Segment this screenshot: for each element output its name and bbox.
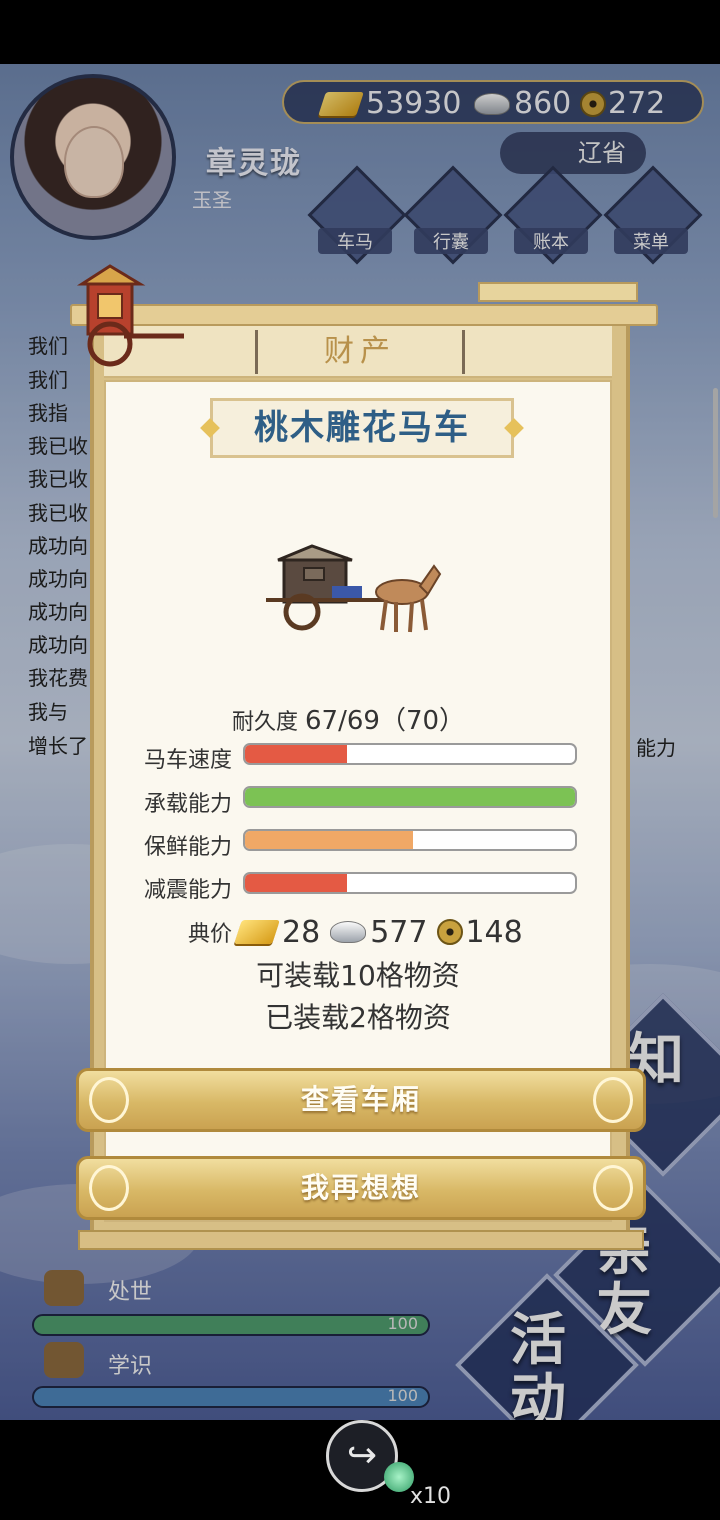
share-multiplier: x10 — [410, 1484, 452, 1509]
durability-value: 67/69（70） — [305, 706, 466, 736]
attr-label: 承载能力 — [144, 792, 233, 817]
status-bar — [0, 0, 720, 64]
capacity-bar — [243, 786, 577, 808]
shock-absorb-bar — [243, 872, 577, 894]
freshness-bar-fill — [245, 831, 414, 849]
scroll-cap-icon — [593, 1165, 633, 1211]
think-again-label: 我再想想 — [300, 1171, 421, 1204]
scroll-rod-decoration — [478, 282, 638, 302]
speed-bar-fill — [245, 745, 348, 763]
attr-label: 马车速度 — [144, 748, 233, 773]
scroll-cap-icon — [593, 1077, 633, 1123]
price-gold: 28 — [282, 914, 321, 950]
scroll-bottom-rod — [78, 1230, 644, 1250]
scroll-cap-icon — [89, 1165, 129, 1211]
view-carriage-label: 查看车厢 — [300, 1083, 421, 1116]
capacity-bar-fill — [245, 788, 575, 806]
capacity-text: 可装载10格物资 — [256, 959, 460, 992]
gold-ingot-icon — [234, 920, 280, 944]
share-arrow-icon: ↪ — [346, 1435, 378, 1476]
price-label: 典价 — [188, 922, 233, 947]
copper-coin-icon — [437, 919, 464, 945]
view-carriage-button[interactable]: 查看车厢 — [76, 1068, 646, 1132]
price-copper: 148 — [465, 914, 523, 950]
speed-bar — [243, 743, 577, 765]
attr-label: 减震能力 — [144, 878, 233, 903]
durability: 耐久度 67/69（70） — [232, 700, 465, 737]
scroll-cap-icon — [89, 1077, 129, 1123]
modal-title: 财产 — [255, 330, 465, 374]
attr-label: 保鲜能力 — [144, 835, 233, 860]
loaded-text: 已装载2格物资 — [265, 1001, 451, 1034]
freshness-bar — [243, 829, 577, 851]
price-silver: 577 — [370, 914, 428, 950]
shock-absorb-bar-fill — [245, 874, 348, 892]
silver-ingot-icon — [330, 921, 367, 943]
durability-label: 耐久度 — [232, 710, 299, 735]
pawn-price: 典价 28 577 148 — [188, 912, 523, 952]
item-name: 桃木雕花马车 — [210, 398, 514, 458]
think-again-button[interactable]: 我再想想 — [76, 1156, 646, 1220]
carriage-emblem-icon — [76, 264, 184, 367]
horse-carriage-image — [266, 544, 442, 633]
